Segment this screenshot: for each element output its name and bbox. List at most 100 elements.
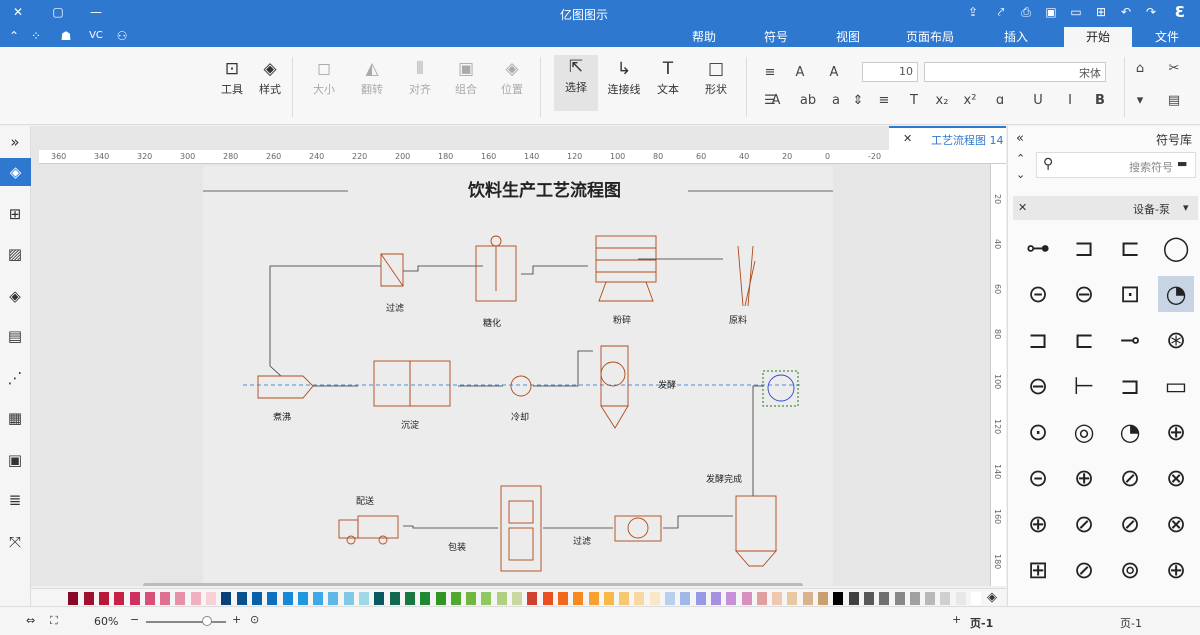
color-swatch[interactable] bbox=[603, 592, 614, 605]
undo-icon[interactable]: ↶ bbox=[1118, 4, 1134, 20]
layers-icon[interactable]: ◈ bbox=[5, 286, 25, 306]
tab-symbols[interactable]: 符号 bbox=[754, 27, 798, 47]
pump-symbol-icon[interactable]: ◎ bbox=[1066, 414, 1102, 450]
line-spacing-icon[interactable]: ≡ bbox=[760, 65, 780, 80]
color-swatch[interactable] bbox=[175, 592, 186, 605]
pump-symbol-icon[interactable]: ⊚ bbox=[1112, 552, 1148, 588]
color-swatch[interactable] bbox=[328, 592, 339, 605]
pump-symbol-icon[interactable]: ⊐ bbox=[1066, 230, 1102, 266]
color-swatch[interactable] bbox=[267, 592, 278, 605]
share-icon[interactable]: ⚇ bbox=[114, 28, 130, 44]
pump-symbol-icon[interactable]: ⊐ bbox=[1112, 368, 1148, 404]
pump-symbol-icon[interactable]: ⊗ bbox=[1158, 460, 1194, 496]
pump-symbol-icon[interactable]: ⊸ bbox=[1112, 322, 1148, 358]
superscript-icon[interactable]: x² bbox=[960, 93, 980, 108]
select-button[interactable]: ⇱ 选择 bbox=[554, 55, 598, 111]
diagram-title[interactable]: 饮料生产工艺流程图 bbox=[468, 176, 621, 201]
color-swatch[interactable] bbox=[512, 592, 522, 605]
pump-symbol-icon[interactable]: ⊘ bbox=[1066, 552, 1102, 588]
tab-home[interactable]: 开始 bbox=[1064, 27, 1132, 47]
color-swatch[interactable] bbox=[466, 592, 477, 605]
label-grind[interactable]: 粉碎 bbox=[613, 313, 631, 326]
text-background-icon[interactable]: a bbox=[826, 93, 846, 108]
color-swatch[interactable] bbox=[450, 592, 461, 605]
restore-icon[interactable]: ▢ bbox=[50, 4, 66, 20]
label-ferment-done[interactable]: 发酵完成 bbox=[706, 472, 742, 485]
pump-symbol-icon[interactable]: ⊝ bbox=[1020, 276, 1056, 312]
pump-symbol-icon[interactable]: ⊏ bbox=[1112, 230, 1148, 266]
pump-symbol-icon[interactable]: ⊕ bbox=[1158, 552, 1194, 588]
add-page-icon[interactable]: + bbox=[952, 613, 961, 626]
pump-symbol-icon[interactable]: ⊢ bbox=[1066, 368, 1102, 404]
color-swatch[interactable] bbox=[879, 592, 890, 605]
color-swatch[interactable] bbox=[359, 592, 369, 605]
library-menu-icon[interactable]: ▬ bbox=[1177, 157, 1187, 170]
fit-icon[interactable]: ⤧ bbox=[5, 532, 25, 552]
label-boil[interactable]: 煮沸 bbox=[273, 410, 291, 423]
label-raw[interactable]: 原料 bbox=[729, 313, 747, 326]
color-swatch[interactable] bbox=[649, 592, 660, 605]
tab-page-layout[interactable]: 页面布局 bbox=[898, 27, 962, 47]
align-text-icon[interactable]: ≡ bbox=[874, 93, 894, 108]
zoom-in-icon[interactable]: + bbox=[232, 613, 241, 626]
apps-icon[interactable]: ⁘ bbox=[28, 28, 44, 44]
align-button[interactable]: ⫴ 对齐 bbox=[406, 57, 434, 97]
color-swatch[interactable] bbox=[955, 592, 966, 605]
new-icon[interactable]: ⊞ bbox=[1093, 4, 1109, 20]
rotate-button[interactable]: ◭ 翻转 bbox=[358, 57, 386, 97]
font-shrink-icon[interactable]: A bbox=[824, 65, 844, 80]
zoom-out-icon[interactable]: − bbox=[130, 613, 139, 626]
document-icon[interactable]: ▤ bbox=[5, 326, 25, 346]
label-saccharify[interactable]: 糖化 bbox=[483, 316, 501, 329]
category-header[interactable]: ✕ 设备-泵 ▾ bbox=[1013, 196, 1198, 220]
color-swatch[interactable] bbox=[374, 592, 385, 605]
save-icon[interactable]: ▣ bbox=[1043, 4, 1059, 20]
pump-symbol-icon[interactable]: ◔ bbox=[1112, 414, 1148, 450]
cut-icon[interactable]: ✂ bbox=[1164, 61, 1184, 76]
color-swatch[interactable] bbox=[848, 592, 859, 605]
strikethrough-icon[interactable]: ɑ bbox=[990, 93, 1010, 108]
color-swatch[interactable] bbox=[665, 592, 675, 605]
symbol-search-box[interactable]: ⚲ 搜索符号 ▬ bbox=[1036, 152, 1196, 178]
paste-icon[interactable]: ▾ bbox=[1130, 93, 1150, 108]
bold-icon[interactable]: B bbox=[1090, 93, 1110, 108]
shape-button[interactable]: □ 形状 bbox=[702, 57, 730, 97]
color-swatch[interactable] bbox=[772, 592, 783, 605]
format-icon[interactable]: ≣ bbox=[5, 490, 25, 510]
pump-symbol-icon[interactable]: ⊛ bbox=[1158, 322, 1194, 358]
color-swatch[interactable] bbox=[833, 592, 844, 605]
color-swatch[interactable] bbox=[802, 592, 813, 605]
fit-width-icon[interactable]: ⇔ bbox=[26, 614, 35, 627]
color-swatch[interactable] bbox=[251, 592, 262, 605]
font-name-select[interactable]: 宋体 bbox=[924, 62, 1106, 82]
pump-symbol-icon[interactable]: ◯ bbox=[1158, 230, 1194, 266]
group-button[interactable]: ▣ 组合 bbox=[452, 57, 480, 97]
fill-icon[interactable]: ◈ bbox=[0, 158, 31, 186]
subscript-icon[interactable]: x₂ bbox=[932, 93, 952, 108]
color-swatch[interactable] bbox=[68, 592, 79, 605]
label-filter-2[interactable]: 过滤 bbox=[573, 534, 591, 547]
scroll-down-icon[interactable]: ⌄ bbox=[1016, 168, 1025, 181]
color-swatch[interactable] bbox=[894, 592, 905, 605]
page-tab[interactable]: 页-1 bbox=[1120, 615, 1142, 631]
chart-icon[interactable]: ⋰ bbox=[5, 368, 25, 388]
vc-label[interactable]: VC bbox=[86, 28, 106, 44]
font-color-icon[interactable]: A bbox=[766, 93, 786, 108]
close-tab-icon[interactable]: ✕ bbox=[903, 132, 912, 145]
upload-icon[interactable]: ⇪ bbox=[965, 4, 981, 20]
pump-symbol-icon[interactable]: ⊕ bbox=[1158, 414, 1194, 450]
scroll-up-icon[interactable]: ⌃ bbox=[1016, 152, 1025, 165]
zoom-slider-handle[interactable] bbox=[202, 616, 212, 626]
color-swatch[interactable] bbox=[863, 592, 874, 605]
color-swatch[interactable] bbox=[588, 592, 599, 605]
color-swatch[interactable] bbox=[83, 592, 94, 605]
color-swatch[interactable] bbox=[404, 592, 415, 605]
collapse-panel-icon[interactable]: « bbox=[1016, 131, 1024, 146]
color-swatch[interactable] bbox=[925, 592, 936, 605]
pump-symbol-icon[interactable]: ⊏ bbox=[1066, 322, 1102, 358]
tab-help[interactable]: 帮助 bbox=[682, 27, 726, 47]
label-deliver[interactable]: 配送 bbox=[356, 494, 374, 507]
image-icon[interactable]: ▨ bbox=[5, 244, 25, 264]
pump-symbol-icon[interactable]: ▭ bbox=[1158, 368, 1194, 404]
pump-symbol-icon[interactable]: ⊡ bbox=[1112, 276, 1148, 312]
